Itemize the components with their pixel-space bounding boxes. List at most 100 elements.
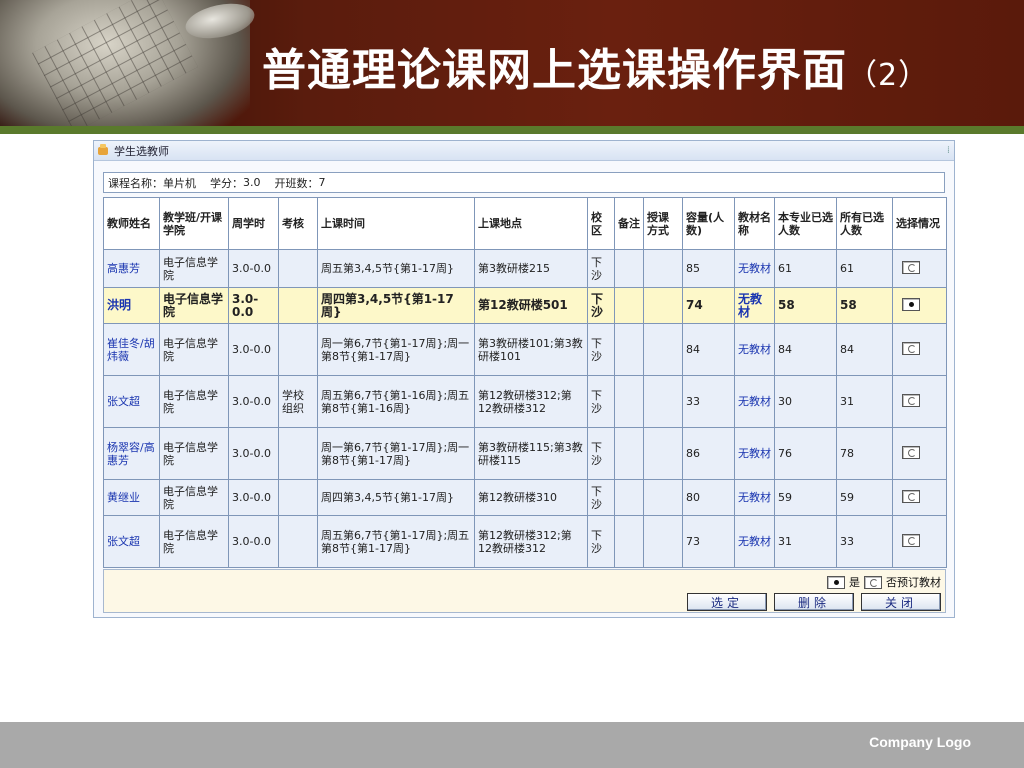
selection-cell — [892, 323, 947, 376]
major-count-cell: 61 — [774, 249, 837, 288]
note-cell — [614, 287, 644, 324]
table-row[interactable]: 张文超 电子信息学院 3.0-0.0 学校组织 周五第6,7节{第1-16周};周五第8… — [103, 375, 947, 428]
window-titlebar: 学生选教师 ⁞ — [94, 141, 954, 161]
mode-cell — [643, 427, 683, 480]
place-cell: 第12教研楼501 — [474, 287, 588, 324]
hours-cell: 3.0-0.0 — [228, 479, 279, 516]
table-header-row: 教师姓名 教学班/开课学院 周学时 考核 上课时间 上课地点 校区 备注 授课方式 容量(人数) 教… — [103, 197, 947, 250]
column-header: 教学班/开课学院 — [159, 197, 229, 250]
teacher-cell[interactable]: 洪明 — [103, 287, 160, 324]
time-cell: 周四第3,4,5节{第1-17周} — [317, 479, 475, 516]
capacity-cell: 73 — [682, 515, 735, 568]
major-count-cell: 30 — [774, 375, 837, 428]
place-cell: 第3教研楼115;第3教研楼115 — [474, 427, 588, 480]
capacity-cell: 33 — [682, 375, 735, 428]
hours-cell: 3.0-0.0 — [228, 427, 279, 480]
table-row[interactable]: 杨翠容/高惠芳 电子信息学院 3.0-0.0 周一第6,7节{第1-17周};周一第8… — [103, 427, 947, 480]
column-header: 上课时间 — [317, 197, 475, 250]
select-teacher-radio[interactable] — [902, 393, 920, 407]
college-cell: 电子信息学院 — [159, 479, 229, 516]
note-cell — [614, 427, 644, 480]
textbook-cell[interactable]: 无教材 — [734, 323, 775, 376]
note-cell — [614, 479, 644, 516]
capacity-cell: 84 — [682, 323, 735, 376]
mode-cell — [643, 249, 683, 288]
exam-cell — [278, 249, 318, 288]
place-cell: 第3教研楼101;第3教研楼101 — [474, 323, 588, 376]
table-row[interactable]: 黄继业 电子信息学院 3.0-0.0 周四第3,4,5节{第1-17周} 第12教研楼3… — [103, 479, 947, 516]
major-count-cell: 84 — [774, 323, 837, 376]
total-count-cell: 84 — [836, 323, 893, 376]
mode-cell — [643, 515, 683, 568]
select-teacher-radio[interactable] — [902, 445, 920, 459]
teacher-cell[interactable]: 黄继业 — [103, 479, 160, 516]
note-cell — [614, 323, 644, 376]
select-teacher-radio[interactable] — [902, 489, 920, 503]
column-header: 周学时 — [228, 197, 279, 250]
campus-cell: 下沙 — [587, 249, 615, 288]
mode-cell — [643, 375, 683, 428]
campus-cell: 下沙 — [587, 323, 615, 376]
course-credit: 3.0 — [243, 176, 261, 189]
order-textbook-yes-radio[interactable] — [827, 575, 845, 589]
column-header: 本专业已选人数 — [774, 197, 837, 250]
select-teacher-radio[interactable] — [902, 297, 920, 311]
course-name: 单片机 — [163, 176, 196, 190]
select-teacher-radio[interactable] — [902, 533, 920, 547]
teacher-cell[interactable]: 高惠芳 — [103, 249, 160, 288]
college-cell: 电子信息学院 — [159, 249, 229, 288]
close-button[interactable]: 关闭 — [861, 593, 941, 611]
place-cell: 第12教研楼312;第12教研楼312 — [474, 375, 588, 428]
textbook-cell[interactable]: 无教材 — [734, 427, 775, 480]
select-button[interactable]: 选定 — [687, 593, 767, 611]
major-count-cell: 31 — [774, 515, 837, 568]
course-classes: 7 — [318, 176, 326, 189]
delete-button[interactable]: 删除 — [774, 593, 854, 611]
teacher-selection-window: 学生选教师 ⁞ 课程名称： 单片机 学分： 3.0 开班数： 7 教师姓名 教学班/开课… — [93, 140, 955, 618]
selection-cell — [892, 249, 947, 288]
select-teacher-radio[interactable] — [902, 341, 920, 355]
time-cell: 周四第3,4,5节{第1-17周} — [317, 287, 475, 324]
major-count-cell: 76 — [774, 427, 837, 480]
table-row[interactable]: 洪明 电子信息学院 3.0-0.0 周四第3,4,5节{第1-17周} 第12教研楼50… — [103, 287, 947, 324]
selection-cell — [892, 479, 947, 516]
column-header: 选择情况 — [892, 197, 947, 250]
select-teacher-radio[interactable] — [902, 260, 920, 274]
time-cell: 周五第3,4,5节{第1-17周} — [317, 249, 475, 288]
order-textbook-no-radio[interactable] — [864, 575, 882, 589]
slide-header: 普通理论课网上选课操作界面（2） — [0, 0, 1024, 126]
teacher-cell[interactable]: 杨翠容/高惠芳 — [103, 427, 160, 480]
column-header: 教师姓名 — [103, 197, 160, 250]
company-logo: Company Logo — [869, 734, 971, 750]
note-cell — [614, 375, 644, 428]
column-header: 教材名称 — [734, 197, 775, 250]
campus-cell: 下沙 — [587, 479, 615, 516]
note-cell — [614, 515, 644, 568]
column-header: 考核 — [278, 197, 318, 250]
textbook-cell[interactable]: 无教材 — [734, 287, 775, 324]
folder-icon — [98, 143, 108, 155]
exam-cell — [278, 287, 318, 324]
table-row[interactable]: 崔佳冬/胡炜薇 电子信息学院 3.0-0.0 周一第6,7节{第1-17周};周一第8… — [103, 323, 947, 376]
textbook-cell[interactable]: 无教材 — [734, 479, 775, 516]
note-cell — [614, 249, 644, 288]
textbook-cell[interactable]: 无教材 — [734, 515, 775, 568]
college-cell: 电子信息学院 — [159, 427, 229, 480]
teacher-cell[interactable]: 崔佳冬/胡炜薇 — [103, 323, 160, 376]
selection-cell — [892, 375, 947, 428]
column-header: 授课方式 — [643, 197, 683, 250]
table-row[interactable]: 高惠芳 电子信息学院 3.0-0.0 周五第3,4,5节{第1-17周} 第3教研楼21… — [103, 249, 947, 288]
textbook-cell[interactable]: 无教材 — [734, 375, 775, 428]
college-cell: 电子信息学院 — [159, 515, 229, 568]
campus-cell: 下沙 — [587, 287, 615, 324]
textbook-cell[interactable]: 无教材 — [734, 249, 775, 288]
hours-cell: 3.0-0.0 — [228, 515, 279, 568]
selection-cell — [892, 515, 947, 568]
table-row[interactable]: 张文超 电子信息学院 3.0-0.0 周五第6,7节{第1-17周};周五第8节{第1… — [103, 515, 947, 568]
teacher-cell[interactable]: 张文超 — [103, 375, 160, 428]
resize-grip-icon[interactable]: ⁞ — [947, 145, 950, 156]
exam-cell — [278, 479, 318, 516]
order-textbook-no-label: 否预订教材 — [886, 576, 941, 589]
selection-cell — [892, 287, 947, 324]
teacher-cell[interactable]: 张文超 — [103, 515, 160, 568]
